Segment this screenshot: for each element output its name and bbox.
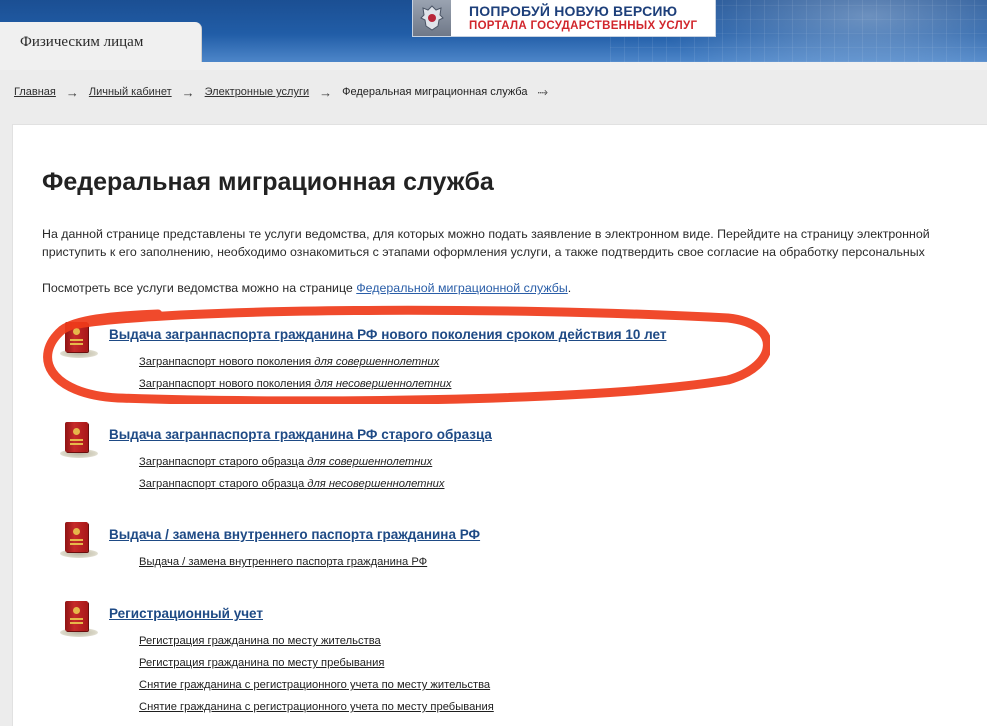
top-header: ПОПРОБУЙ НОВУЮ ВЕРСИЮ ПОРТАЛА ГОСУДАРСТВ… <box>0 0 987 62</box>
service-link-item: Снятие гражданина с регистрационного уче… <box>139 674 494 696</box>
service-link[interactable]: Регистрация гражданина по месту пребыван… <box>139 657 384 669</box>
fms-page-link[interactable]: Федеральной миграционной службы <box>356 281 568 295</box>
service-link-item: Загранпаспорт нового поколения для несов… <box>139 373 451 395</box>
passport-icon <box>58 600 100 642</box>
breadcrumb: Главная → Личный кабинет → Электронные у… <box>14 84 558 100</box>
coat-of-arms-icon <box>413 0 451 36</box>
intro-line-2: приступить к его заполнению, необходимо … <box>42 245 925 259</box>
service-link-item: Загранпаспорт нового поколения для совер… <box>139 351 451 373</box>
see-all-suffix: . <box>567 281 572 295</box>
breadcrumb-arrow-icon: → <box>181 84 195 100</box>
service-link[interactable]: Снятие гражданина с регистрационного уче… <box>139 701 494 713</box>
service-links: Выдача / замена внутреннего паспорта гра… <box>139 551 427 573</box>
service-link-item: Выдача / замена внутреннего паспорта гра… <box>139 551 427 573</box>
service-title[interactable]: Выдача / замена внутреннего паспорта гра… <box>109 527 480 542</box>
passport-icon <box>58 421 100 463</box>
service-link[interactable]: Регистрация гражданина по месту жительст… <box>139 635 381 647</box>
banner-line2: ПОРТАЛА ГОСУДАРСТВЕННЫХ УСЛУГ <box>469 20 698 32</box>
service-links: Регистрация гражданина по месту жительст… <box>139 630 494 718</box>
service-link[interactable]: Загранпаспорт старого образца для несове… <box>139 478 444 490</box>
new-version-banner[interactable]: ПОПРОБУЙ НОВУЮ ВЕРСИЮ ПОРТАЛА ГОСУДАРСТВ… <box>412 0 716 37</box>
page-title: Федеральная миграционная служба <box>42 168 494 196</box>
service-title[interactable]: Регистрационный учет <box>109 606 263 621</box>
intro-line-1: На данной странице представлены те услуг… <box>42 227 930 241</box>
service-link[interactable]: Загранпаспорт нового поколения для несов… <box>139 378 451 390</box>
service-link-item: Загранпаспорт старого образца для соверш… <box>139 451 444 473</box>
service-title[interactable]: Выдача загранпаспорта гражданина РФ стар… <box>109 427 492 442</box>
breadcrumb-arrow-icon: → <box>65 84 79 100</box>
breadcrumb-home[interactable]: Главная <box>14 86 56 98</box>
subheader-strip <box>0 62 987 70</box>
breadcrumb-e-services[interactable]: Электронные услуги <box>205 86 309 98</box>
banner-line1: ПОПРОБУЙ НОВУЮ ВЕРСИЮ <box>469 3 678 19</box>
tab-individuals[interactable]: Физическим лицам <box>0 22 202 62</box>
service-link-item: Снятие гражданина с регистрационного уче… <box>139 696 494 718</box>
passport-icon <box>58 521 100 563</box>
service-link-item: Регистрация гражданина по месту пребыван… <box>139 652 494 674</box>
breadcrumb-end-arrow-icon: ⤑ <box>537 84 548 99</box>
service-link[interactable]: Загранпаспорт нового поколения для совер… <box>139 356 439 368</box>
breadcrumb-arrow-icon: → <box>319 84 333 100</box>
service-title[interactable]: Выдача загранпаспорта гражданина РФ ново… <box>109 327 667 342</box>
page-intro: На данной странице представлены те услуг… <box>42 225 987 261</box>
see-all-prefix: Посмотреть все услуги ведомства можно на… <box>42 281 357 295</box>
service-link[interactable]: Выдача / замена внутреннего паспорта гра… <box>139 556 427 568</box>
service-link[interactable]: Снятие гражданина с регистрационного уче… <box>139 679 490 691</box>
see-all-services: Посмотреть все услуги ведомства можно на… <box>42 281 571 295</box>
breadcrumb-current: Федеральная миграционная служба <box>342 86 528 98</box>
service-link[interactable]: Загранпаспорт старого образца для соверш… <box>139 456 432 468</box>
service-links: Загранпаспорт нового поколения для совер… <box>139 351 451 395</box>
service-links: Загранпаспорт старого образца для соверш… <box>139 451 444 495</box>
service-link-item: Загранпаспорт старого образца для несове… <box>139 473 444 495</box>
breadcrumb-cabinet[interactable]: Личный кабинет <box>89 86 172 98</box>
passport-icon <box>58 321 100 363</box>
service-link-item: Регистрация гражданина по месту жительст… <box>139 630 494 652</box>
